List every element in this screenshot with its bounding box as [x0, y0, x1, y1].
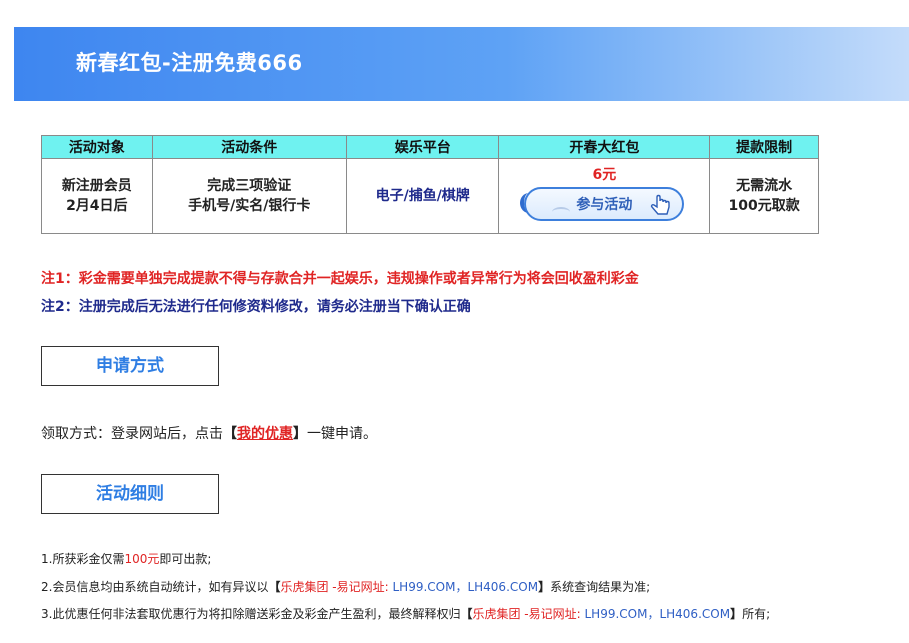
- rule1-suffix: 即可出款;: [159, 552, 212, 566]
- rule3-bracket-open: 【: [460, 607, 473, 621]
- rule-2: 2.会员信息均由系统自动统计，如有异议以【乐虎集团 -易记网址: LH99.CO…: [41, 578, 650, 595]
- rules-section-title: 活动细则: [41, 474, 219, 514]
- rule2-bracket-open: 【: [268, 580, 281, 594]
- table-row: 新注册会员 2月4日后 完成三项验证 手机号/实名/银行卡 电子/捕鱼/棋牌 6…: [41, 158, 819, 234]
- target-line-1: 新注册会员: [61, 178, 132, 194]
- rule1-prefix: 1.所获彩金仅需: [41, 552, 125, 566]
- note-2: 注2：注册完成后无法进行任何修资料修改，请务必注册当下确认正确: [41, 299, 471, 315]
- rule1-amount: 100元: [124, 552, 160, 566]
- apply-text-prefix: 领取方式：登录网站后，点击: [41, 426, 223, 442]
- bonus-amount: 6元: [592, 167, 617, 183]
- target-line-2: 2月4日后: [66, 198, 128, 214]
- rule3-urls: LH99.COM，LH406.COM: [580, 607, 731, 621]
- header-limit: 提款限制: [709, 135, 819, 159]
- rule2-group: 乐虎集团 -易记网址:: [280, 580, 389, 594]
- banner-title: 新春红包-注册免费666: [76, 51, 303, 75]
- limit-line-1: 无需流水: [736, 178, 793, 194]
- rule3-group: 乐虎集团 -易记网址:: [472, 607, 581, 621]
- cell-target: 新注册会员 2月4日后: [41, 158, 153, 234]
- join-activity-button[interactable]: 参与活动: [520, 187, 685, 221]
- apply-instructions: 领取方式：登录网站后，点击【我的优惠】一键申请。: [41, 423, 377, 443]
- apply-section-title: 申请方式: [41, 346, 219, 386]
- promo-banner: 新春红包-注册免费666: [14, 27, 909, 101]
- cell-platform: 电子/捕鱼/棋牌: [345, 158, 500, 234]
- rule3-suffix: 所有;: [742, 607, 771, 621]
- rule2-urls: LH99.COM，LH406.COM: [388, 580, 539, 594]
- condition-line-1: 完成三项验证: [207, 178, 292, 194]
- bracket-open: 【: [223, 426, 237, 442]
- condition-line-2: 手机号/实名/银行卡: [188, 198, 311, 214]
- rule2-bracket-close: 】: [538, 580, 551, 594]
- header-platform: 娱乐平台: [345, 135, 500, 159]
- header-condition: 活动条件: [151, 135, 347, 159]
- apply-text-suffix: 一键申请。: [307, 426, 377, 442]
- my-offers-link[interactable]: 我的优惠: [237, 426, 293, 442]
- rule2-prefix: 2.会员信息均由系统自动统计，如有异议以: [41, 580, 269, 594]
- cell-condition: 完成三项验证 手机号/实名/银行卡: [151, 158, 347, 234]
- note-1: 注1：彩金需要单独完成提款不得与存款合并一起娱乐，违规操作或者异常行为将会回收盈…: [41, 271, 639, 287]
- limit-line-2: 100元取款: [728, 198, 800, 214]
- rule3-bracket-close: 】: [730, 607, 743, 621]
- bracket-close: 】: [293, 426, 307, 442]
- rule3-prefix: 3.此优惠任何非法套取优惠行为将扣除赠送彩金及彩金产生盈利，最终解释权归: [41, 607, 461, 621]
- header-target: 活动对象: [41, 135, 153, 159]
- rule2-suffix: 系统查询结果为准;: [550, 580, 651, 594]
- pointer-hand-icon: [651, 194, 671, 215]
- cell-bonus: 6元 参与活动: [498, 158, 711, 234]
- rule-3: 3.此优惠任何非法套取优惠行为将扣除赠送彩金及彩金产生盈利，最终解释权归【乐虎集…: [41, 605, 770, 622]
- rule-1: 1.所获彩金仅需100元即可出款;: [41, 550, 211, 567]
- header-bonus: 开春大红包: [498, 135, 711, 159]
- promo-info-table: 活动对象 活动条件 娱乐平台 开春大红包 提款限制 新注册会员 2月4日后 完成…: [41, 135, 819, 234]
- cell-limit: 无需流水 100元取款: [709, 158, 819, 234]
- table-header-row: 活动对象 活动条件 娱乐平台 开春大红包 提款限制: [41, 135, 819, 159]
